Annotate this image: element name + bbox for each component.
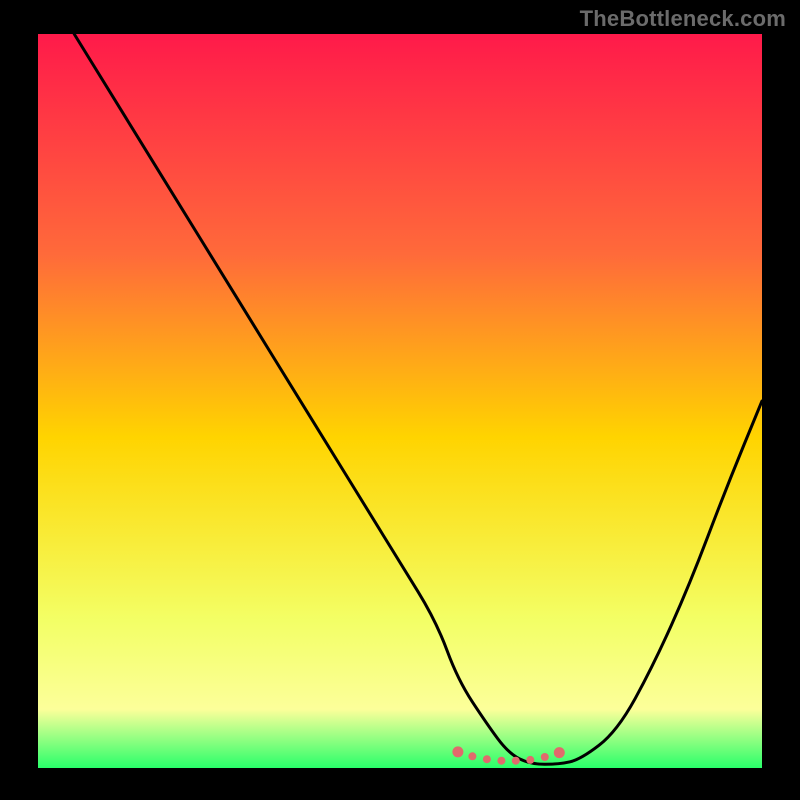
gradient-plot-area (38, 34, 762, 768)
trough-dot (541, 753, 549, 761)
trough-dot (452, 746, 463, 757)
trough-dot (526, 756, 534, 764)
watermark-text: TheBottleneck.com (580, 6, 786, 32)
trough-dot (554, 747, 565, 758)
bottleneck-chart (0, 0, 800, 800)
trough-dot (497, 757, 505, 765)
chart-frame: TheBottleneck.com (0, 0, 800, 800)
trough-dot (512, 757, 520, 765)
trough-dot (483, 755, 491, 763)
trough-dot (468, 752, 476, 760)
